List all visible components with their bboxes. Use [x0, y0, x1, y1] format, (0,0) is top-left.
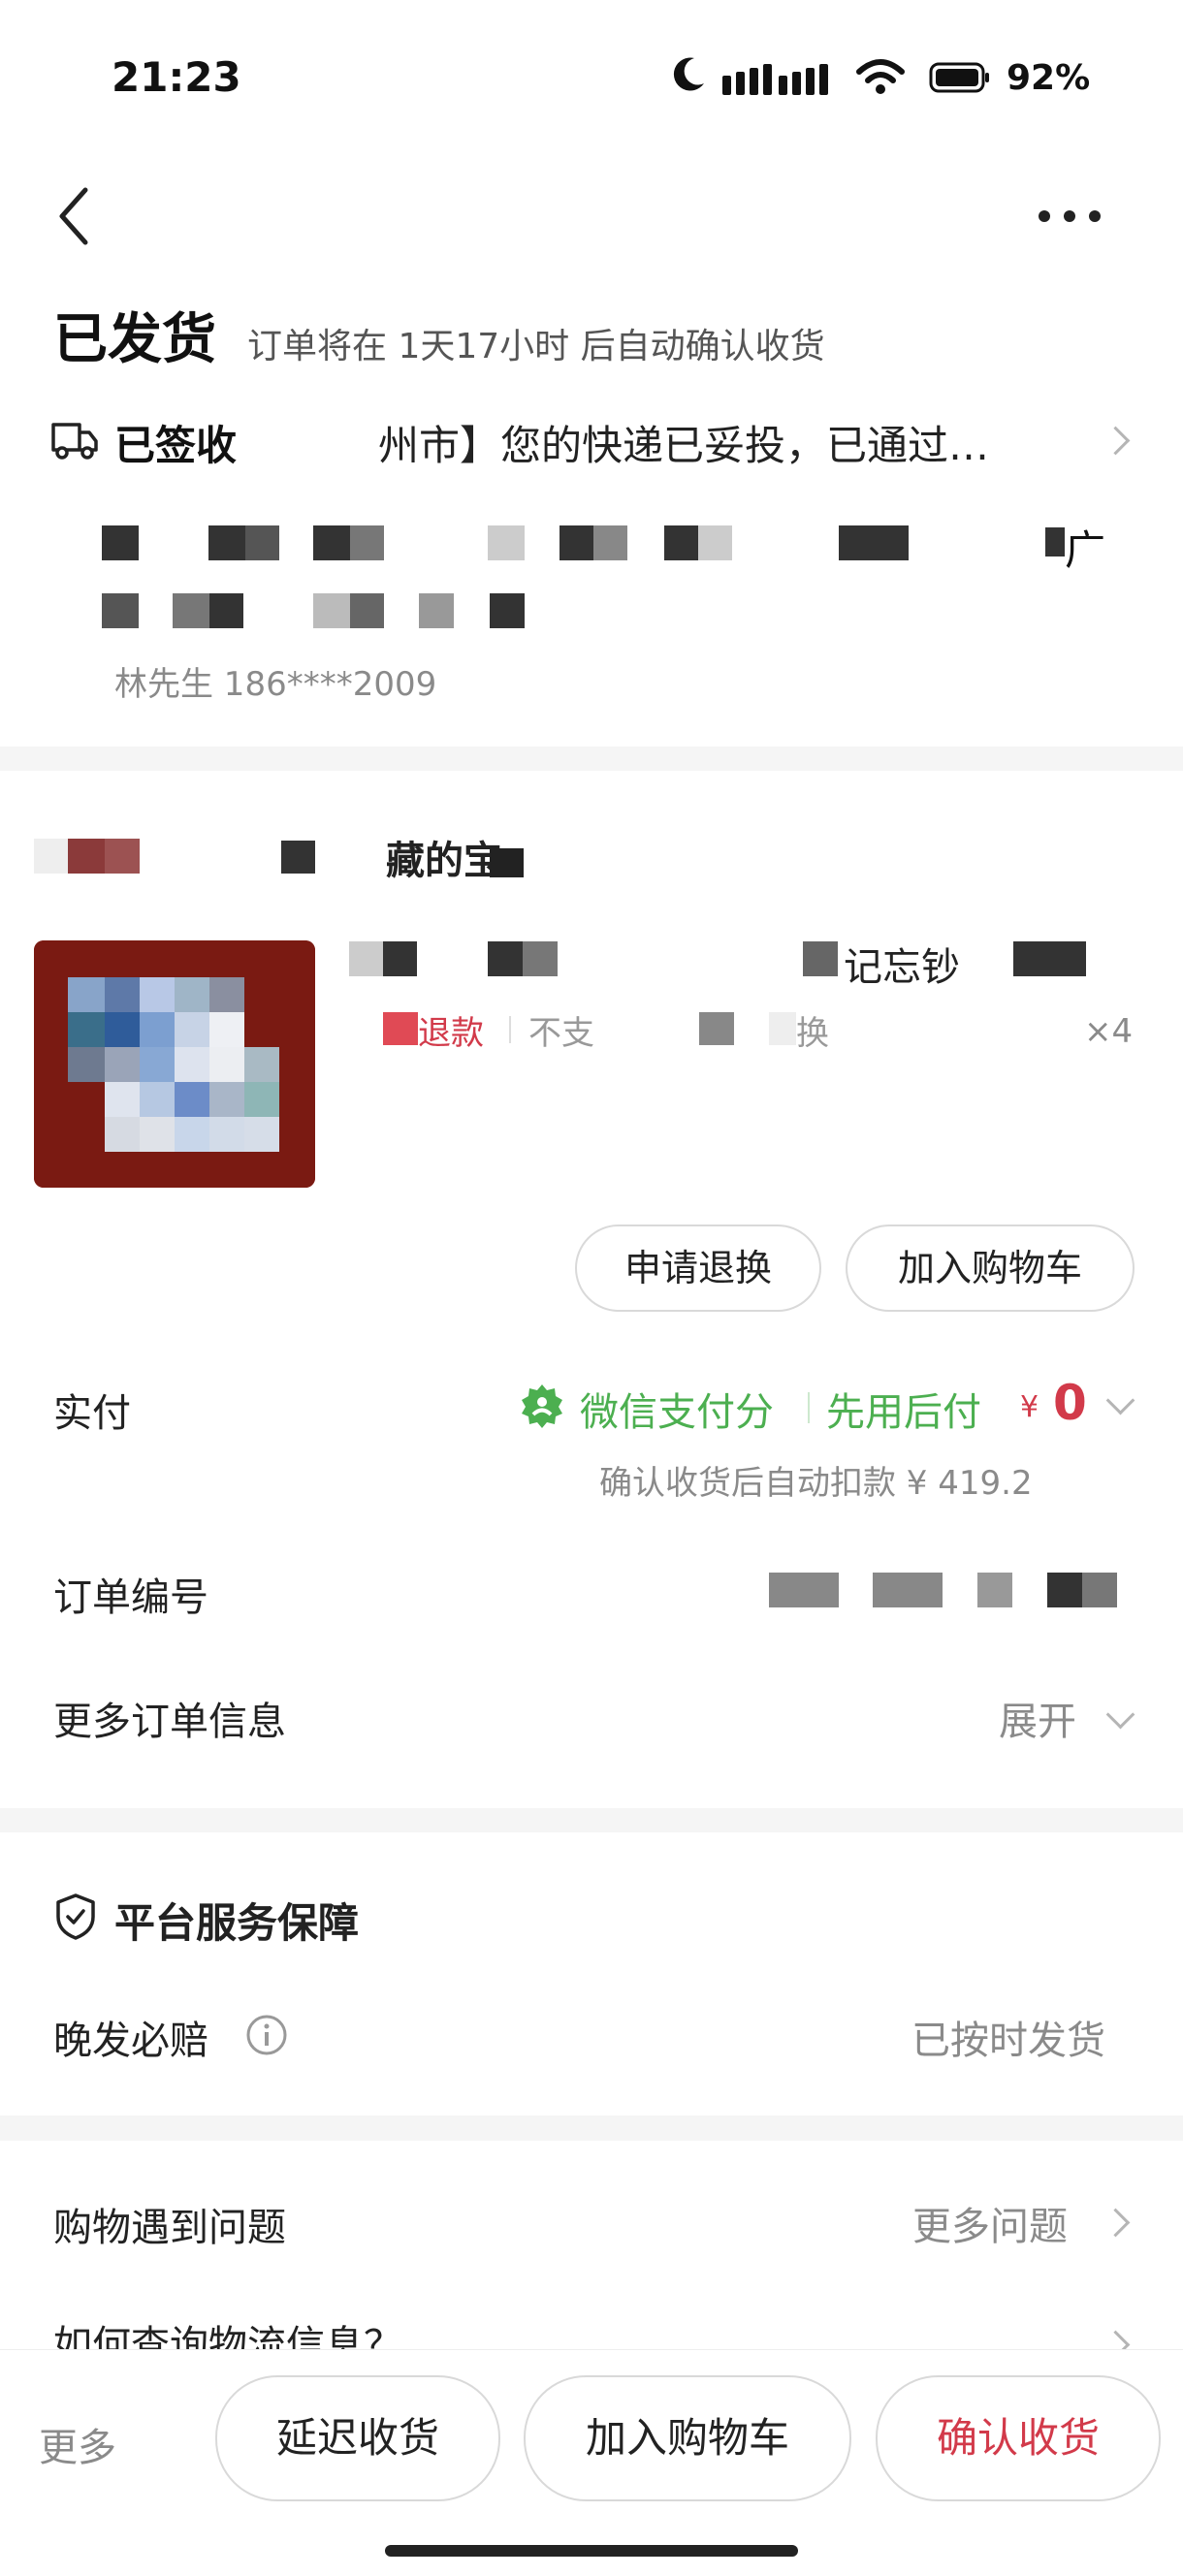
late-compensation-status: 已按时发货	[911, 2019, 1105, 2063]
expand-text: 展开	[999, 1700, 1076, 1744]
payment-note: 确认收货后自动扣款 ¥ 419.2	[599, 1464, 1033, 1503]
bottom-more-button[interactable]: 更多	[39, 2416, 116, 2472]
address-tail-text: 广	[1065, 526, 1106, 574]
confirm-receipt-label: 确认收货	[936, 2414, 1100, 2462]
payment-separator	[808, 1392, 810, 1423]
product-title[interactable]: 记忘钞	[349, 936, 1086, 994]
late-compensation-label: 晚发必赔	[53, 2019, 208, 2063]
delay-receipt-button[interactable]: 延迟收货	[215, 2375, 500, 2501]
payment-amount: 0	[1053, 1375, 1087, 1431]
bottom-add-cart-button[interactable]: 加入购物车	[524, 2375, 851, 2501]
more-order-info-row[interactable]: 更多订单信息 展开	[0, 1685, 1183, 1753]
shield-icon	[54, 1892, 97, 1941]
pay-later-text: 先用后付	[826, 1390, 981, 1435]
shipping-address: 广 林先生 186****2009	[0, 514, 1183, 708]
order-number-value	[766, 1571, 1125, 1609]
order-number-label: 订单编号	[53, 1575, 208, 1620]
shop-name-row[interactable]: 藏的宝	[0, 829, 1183, 887]
confirm-receipt-button[interactable]: 确认收货	[876, 2375, 1161, 2501]
delay-receipt-label: 延迟收货	[275, 2414, 439, 2462]
battery-icon	[929, 62, 991, 93]
order-status-title: 已发货	[53, 308, 216, 371]
bottom-add-cart-label: 加入购物车	[585, 2414, 789, 2462]
info-icon[interactable]	[245, 2014, 288, 2056]
signal-icon	[722, 62, 844, 97]
expand-chevron-icon	[1105, 1700, 1135, 1730]
home-indicator[interactable]	[385, 2545, 798, 2557]
payment-label: 实付	[53, 1391, 131, 1436]
shop-name: 藏的宝	[386, 839, 502, 883]
more-order-info-label: 更多订单信息	[53, 1700, 286, 1744]
back-button[interactable]	[50, 182, 99, 250]
battery-percent: 92%	[1007, 58, 1091, 98]
more-questions-link[interactable]: 更多问题	[907, 2191, 1139, 2249]
chevron-right-icon	[1101, 426, 1131, 456]
guarantee-title: 平台服务保障	[114, 1899, 360, 1947]
tag-separator	[509, 1016, 511, 1043]
status-time: 21:23	[112, 53, 241, 101]
wechat-badge-icon	[519, 1383, 565, 1429]
product-add-cart-button[interactable]: 加入购物车	[846, 1224, 1135, 1312]
chevron-down-icon	[1105, 1385, 1135, 1415]
tag-refund: 退款	[418, 1014, 484, 1053]
delivery-row[interactable]: 已签收 州市】您的快递已妥投，已通过…	[0, 407, 1183, 475]
apply-return-label: 申请退换	[623, 1247, 772, 1289]
tag-exchange: 换	[796, 1014, 829, 1053]
more-questions-chevron-icon	[1101, 2208, 1131, 2238]
wifi-icon	[855, 58, 906, 97]
product-add-cart-label: 加入购物车	[897, 1247, 1082, 1289]
more-questions-text: 更多问题	[912, 2205, 1068, 2249]
product-tags: 退款 不支 换	[383, 1006, 868, 1055]
recipient-text: 林先生 186****2009	[114, 665, 437, 704]
wechat-score-text: 微信支付分	[580, 1390, 774, 1435]
more-menu-button[interactable]	[1036, 202, 1103, 231]
auto-confirm-text: 订单将在 1天17小时 后自动确认收货	[247, 327, 825, 366]
currency-symbol: ¥	[1020, 1390, 1039, 1424]
help-title: 购物遇到问题	[53, 2206, 286, 2250]
apply-return-button[interactable]: 申请退换	[575, 1224, 821, 1312]
product-quantity: ×4	[1084, 1012, 1134, 1051]
truck-icon	[50, 419, 99, 461]
delivery-status-label: 已签收	[114, 422, 238, 469]
product-title-text: 记忘钞	[844, 945, 960, 990]
delivery-detail-text: 州市】您的快递已妥投，已通过…	[378, 422, 990, 469]
moon-icon	[669, 54, 708, 93]
guarantee-card	[0, 1832, 1183, 2115]
tag-partial: 不支	[528, 1014, 594, 1053]
payment-row[interactable]: 微信支付分 先用后付 ¥ 0	[514, 1375, 1144, 1443]
product-image[interactable]	[34, 940, 315, 1188]
